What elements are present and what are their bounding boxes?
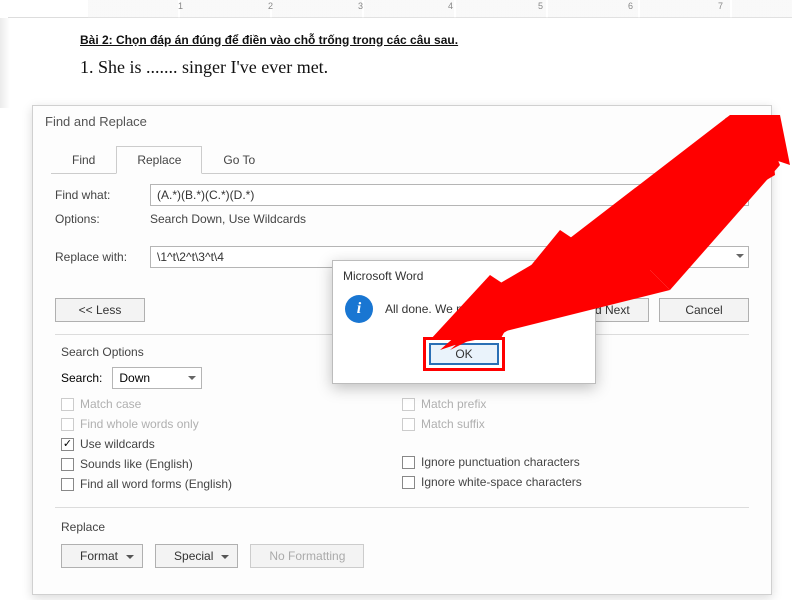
tab-find[interactable]: Find: [51, 146, 116, 174]
cancel-button[interactable]: Cancel: [659, 298, 749, 322]
checkbox-ignore-punctuation-characters[interactable]: Ignore punctuation characters: [402, 455, 743, 469]
dialog-help-button[interactable]: ?: [724, 115, 731, 129]
checkbox-find-all-word-forms-english-[interactable]: Find all word forms (English): [61, 477, 402, 491]
checkbox-label: Ignore punctuation characters: [421, 455, 580, 469]
checkbox-find-whole-words-only: Find whole words only: [61, 417, 402, 431]
no-formatting-button: No Formatting: [250, 544, 364, 568]
search-direction-select[interactable]: Down: [112, 367, 202, 389]
checkbox-box[interactable]: [402, 456, 415, 469]
tab-replace[interactable]: Replace: [116, 146, 202, 174]
checkbox-box: [61, 398, 74, 411]
checkbox-box: [61, 418, 74, 431]
tab-goto[interactable]: Go To: [202, 146, 276, 174]
message-box-close[interactable]: ✕: [575, 269, 585, 283]
find-what-label: Find what:: [55, 188, 150, 202]
find-what-input[interactable]: [150, 184, 749, 206]
search-direction-label: Search:: [61, 371, 102, 385]
ruler: 1 2 3 4 5 6 7: [8, 0, 792, 18]
less-button[interactable]: << Less: [55, 298, 145, 322]
checkbox-box[interactable]: [402, 476, 415, 489]
options-label: Options:: [55, 212, 150, 226]
message-box-text: All done. We made 5 replacements.: [385, 302, 575, 316]
document-area: 1 2 3 4 5 6 7 Bài 2: Chọn đáp án đúng để…: [0, 0, 800, 108]
ok-highlight: OK: [423, 337, 505, 371]
replace-with-label: Replace with:: [55, 250, 150, 264]
replace-section-heading: Replace: [61, 520, 743, 534]
checkbox-label: Ignore white-space characters: [421, 475, 582, 489]
checkbox-label: Find all word forms (English): [80, 477, 232, 491]
checkbox-label: Match suffix: [421, 417, 485, 431]
dialog-title: Find and Replace: [45, 114, 147, 129]
ok-button[interactable]: OK: [429, 343, 499, 365]
checkbox-box: [402, 418, 415, 431]
checkbox-ignore-white-space-characters[interactable]: Ignore white-space characters: [402, 475, 743, 489]
document-heading: Bài 2: Chọn đáp án đúng để điền vào chỗ …: [80, 28, 720, 49]
document-line: 1. She is ....... singer I've ever met.: [80, 57, 720, 78]
dialog-close-button[interactable]: ✕: [749, 115, 759, 129]
checkbox-use-wildcards[interactable]: Use wildcards: [61, 437, 402, 451]
checkbox-box[interactable]: [61, 438, 74, 451]
message-box-title: Microsoft Word: [343, 269, 423, 283]
checkbox-sounds-like-english-[interactable]: Sounds like (English): [61, 457, 402, 471]
dialog-tabs: Find Replace Go To: [51, 145, 753, 174]
checkbox-box: [402, 398, 415, 411]
checkbox-label: Use wildcards: [80, 437, 155, 451]
checkbox-match-case: Match case: [61, 397, 402, 411]
checkbox-label: Match prefix: [421, 397, 486, 411]
checkbox-label: Match case: [80, 397, 141, 411]
checkbox-box[interactable]: [61, 458, 74, 471]
checkbox-match-suffix: Match suffix: [402, 417, 743, 431]
dialog-titlebar[interactable]: Find and Replace ? ✕: [33, 106, 771, 137]
checkbox-match-prefix: Match prefix: [402, 397, 743, 411]
info-icon: i: [345, 295, 373, 323]
checkbox-label: Find whole words only: [80, 417, 199, 431]
checkbox-box[interactable]: [61, 478, 74, 491]
document-body[interactable]: Bài 2: Chọn đáp án đúng để điền vào chỗ …: [0, 18, 800, 108]
message-box: Microsoft Word ✕ i All done. We made 5 r…: [332, 260, 596, 384]
checkbox-label: Sounds like (English): [80, 457, 193, 471]
special-button[interactable]: Special: [155, 544, 238, 568]
options-value: Search Down, Use Wildcards: [150, 212, 749, 226]
format-button[interactable]: Format: [61, 544, 143, 568]
